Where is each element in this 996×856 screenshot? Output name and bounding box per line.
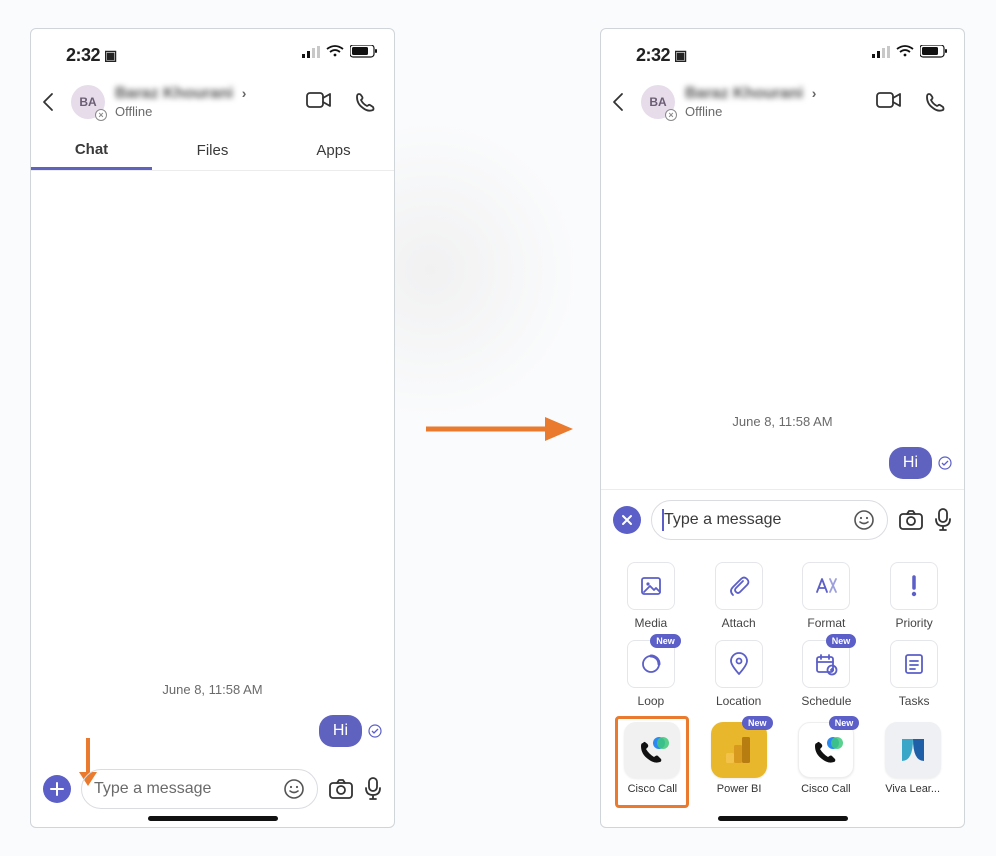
cisco-call-icon xyxy=(808,732,844,768)
camera-button[interactable] xyxy=(898,509,924,531)
screenshot-right: 2:32▣ BA Baraz Khourani › Offline xyxy=(600,28,965,828)
contact-info[interactable]: Baraz Khourani › Offline xyxy=(115,85,306,119)
cellular-icon xyxy=(302,46,320,58)
audio-call-button[interactable] xyxy=(924,91,946,113)
tab-bar: Chat Files Apps xyxy=(31,131,394,171)
tasks-icon xyxy=(903,652,925,676)
app-cisco-call[interactable]: Cisco Call xyxy=(609,722,696,795)
audio-call-button[interactable] xyxy=(354,91,376,113)
message-placeholder: Type a message xyxy=(664,511,781,529)
emoji-button[interactable] xyxy=(853,509,875,531)
calendar-add-icon xyxy=(814,652,838,676)
tab-chat[interactable]: Chat xyxy=(31,131,152,170)
microphone-button[interactable] xyxy=(364,777,382,801)
action-schedule[interactable]: New Schedule xyxy=(783,640,871,708)
status-time: 2:32▣ xyxy=(636,45,687,66)
contact-info[interactable]: Baraz Khourani › Offline xyxy=(685,85,876,119)
priority-icon xyxy=(909,574,919,598)
text-cursor xyxy=(662,509,664,531)
message-input[interactable]: Type a message xyxy=(651,500,888,540)
wifi-icon xyxy=(326,45,344,58)
avatar-initials: BA xyxy=(79,95,96,109)
action-media[interactable]: Media xyxy=(607,562,695,630)
message-placeholder: Type a message xyxy=(94,780,211,798)
microphone-button[interactable] xyxy=(934,508,952,532)
status-bar: 2:32▣ xyxy=(31,29,394,55)
chat-header: BA Baraz Khourani › Offline xyxy=(31,73,394,131)
chevron-right-icon: › xyxy=(812,85,817,101)
new-badge: New xyxy=(826,634,857,648)
emoji-button[interactable] xyxy=(283,778,305,800)
back-button[interactable] xyxy=(611,92,635,112)
avatar[interactable]: BA xyxy=(641,85,675,119)
contact-name: Baraz Khourani xyxy=(115,85,233,102)
new-badge: New xyxy=(742,716,773,730)
conversation-area: June 8, 11:58 AM Hi xyxy=(601,149,964,487)
composer: Type a message xyxy=(31,765,394,813)
message-input[interactable]: Type a message xyxy=(81,769,318,809)
cellular-icon xyxy=(872,46,890,58)
contact-status: Offline xyxy=(115,104,306,119)
action-grid: Media Attach Format Priority New Loop xyxy=(601,554,964,716)
action-location[interactable]: Location xyxy=(695,640,783,708)
image-icon xyxy=(639,574,663,598)
new-badge: New xyxy=(829,716,860,730)
app-viva-learning[interactable]: Viva Lear... xyxy=(869,722,956,795)
read-receipt-icon xyxy=(368,724,382,738)
chevron-right-icon: › xyxy=(242,85,247,101)
presence-offline-icon xyxy=(95,109,107,121)
app-row: Cisco Call New Power BI New xyxy=(601,716,964,795)
loop-icon xyxy=(639,652,663,676)
tab-files[interactable]: Files xyxy=(152,131,273,170)
location-icon xyxy=(729,652,749,676)
status-bar: 2:32▣ xyxy=(601,29,964,55)
contact-name: Baraz Khourani xyxy=(685,85,803,102)
app-power-bi[interactable]: New Power BI xyxy=(696,722,783,795)
action-format[interactable]: Format xyxy=(783,562,871,630)
format-icon xyxy=(813,574,839,598)
wifi-icon xyxy=(896,45,914,58)
power-bi-icon xyxy=(724,733,754,767)
app-cisco-call-2[interactable]: New Cisco Call xyxy=(783,722,870,795)
camera-button[interactable] xyxy=(328,778,354,800)
message-bubble[interactable]: Hi xyxy=(319,715,362,747)
battery-icon xyxy=(920,45,948,58)
tab-apps[interactable]: Apps xyxy=(273,131,394,170)
action-priority[interactable]: Priority xyxy=(870,562,958,630)
composer: Type a message xyxy=(601,490,964,554)
compose-drawer: Type a message Media Attach xyxy=(601,489,964,813)
paperclip-icon xyxy=(727,574,751,598)
face-id-icon: ▣ xyxy=(104,47,117,63)
status-time: 2:32▣ xyxy=(66,45,117,66)
viva-icon xyxy=(896,733,930,767)
annotation-highlight xyxy=(615,716,689,808)
read-receipt-icon xyxy=(938,456,952,470)
face-id-icon: ▣ xyxy=(674,47,687,63)
date-label: June 8, 11:58 AM xyxy=(601,414,964,429)
home-indicator xyxy=(148,816,278,821)
date-label: June 8, 11:58 AM xyxy=(31,682,394,697)
avatar-initials: BA xyxy=(649,95,666,109)
new-badge: New xyxy=(650,634,681,648)
conversation-area: June 8, 11:58 AM Hi xyxy=(31,189,394,755)
video-call-button[interactable] xyxy=(876,91,902,113)
battery-icon xyxy=(350,45,378,58)
screenshot-left: 2:32▣ BA Baraz Khourani › Offline xyxy=(30,28,395,828)
back-button[interactable] xyxy=(41,92,65,112)
contact-status: Offline xyxy=(685,104,876,119)
compose-close-button[interactable] xyxy=(613,506,641,534)
compose-plus-button[interactable] xyxy=(43,775,71,803)
chat-header: BA Baraz Khourani › Offline xyxy=(601,73,964,131)
message-row: Hi xyxy=(601,447,964,479)
presence-offline-icon xyxy=(665,109,677,121)
annotation-arrow-right xyxy=(423,414,573,444)
action-loop[interactable]: New Loop xyxy=(607,640,695,708)
message-bubble[interactable]: Hi xyxy=(889,447,932,479)
video-call-button[interactable] xyxy=(306,91,332,113)
action-attach[interactable]: Attach xyxy=(695,562,783,630)
action-tasks[interactable]: Tasks xyxy=(870,640,958,708)
home-indicator xyxy=(718,816,848,821)
avatar[interactable]: BA xyxy=(71,85,105,119)
